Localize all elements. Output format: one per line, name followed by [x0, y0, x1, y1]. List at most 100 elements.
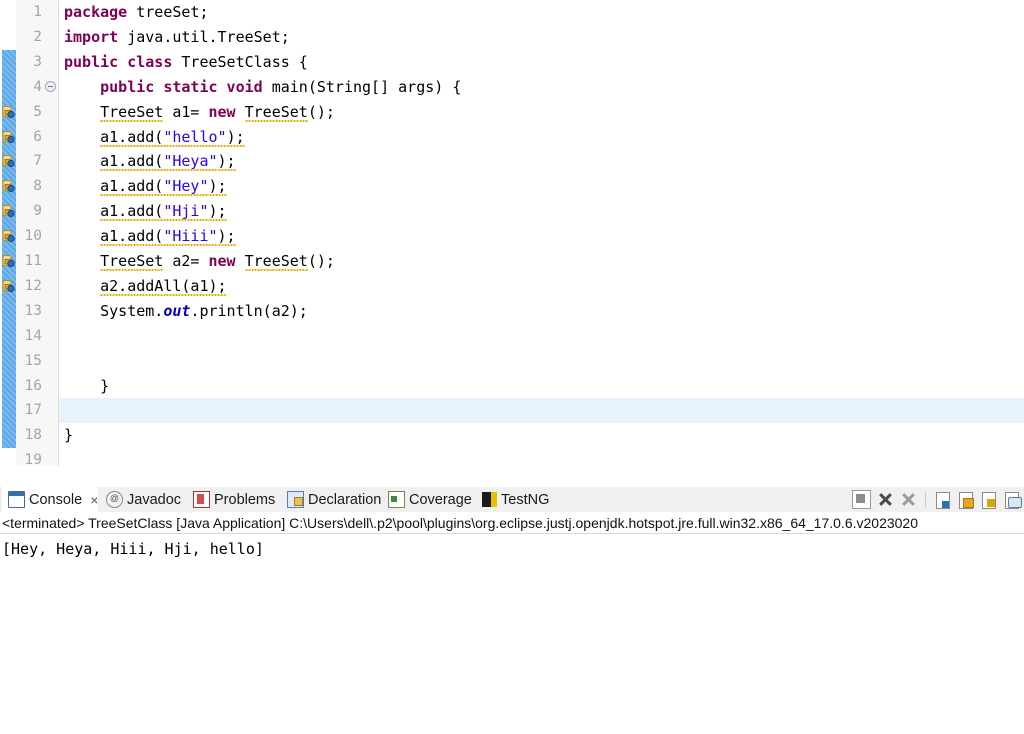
line-number: 2 — [33, 28, 42, 45]
tab-javadoc[interactable]: @ Javadoc — [100, 487, 185, 512]
declaration-icon — [287, 491, 304, 508]
code-line-content: a1.add("Hey"); — [59, 174, 227, 199]
warning-marker-icon[interactable] — [1, 154, 15, 168]
code-token: ); — [217, 152, 236, 172]
code-line-content: TreeSet a2= new TreeSet(); — [59, 249, 335, 274]
folding-ruler[interactable] — [44, 0, 59, 466]
tab-declaration[interactable]: Declaration — [281, 487, 389, 512]
code-token: public static void — [100, 77, 272, 96]
code-line[interactable]: a1.add("Hey"); — [59, 174, 1024, 199]
code-line[interactable]: } — [59, 423, 1024, 448]
bottom-view-stack: Console × @ Javadoc Problems Declaration Cover… — [0, 487, 1024, 734]
code-token: a1.add( — [100, 177, 164, 197]
code-token: } — [64, 426, 74, 445]
tab-problems[interactable]: Problems — [187, 487, 279, 512]
line-number: 14 — [24, 327, 42, 344]
fold-collapse-icon[interactable] — [45, 80, 56, 92]
code-token: "Hji" — [163, 202, 209, 222]
clear-console-button[interactable] — [934, 491, 951, 509]
code-line[interactable] — [59, 349, 1024, 374]
line-number: 3 — [33, 53, 42, 70]
code-line-content: TreeSet a1= new TreeSet(); — [59, 100, 335, 125]
problems-icon — [193, 491, 210, 508]
console-output-text[interactable]: [Hey, Heya, Hiii, Hji, hello] — [0, 535, 1024, 734]
code-text-area[interactable]: package treeSet; import java.util.TreeSet… — [59, 0, 1024, 466]
display-selected-console-button[interactable] — [1003, 491, 1022, 509]
tab-testng[interactable]: TestNG — [476, 487, 554, 512]
code-token: a1.add( — [100, 152, 164, 172]
console-icon — [8, 491, 25, 508]
code-token: (); — [307, 252, 335, 270]
code-token: ); — [208, 177, 227, 197]
code-line-content: } — [59, 423, 73, 448]
code-token: a1.add( — [100, 202, 164, 222]
code-line[interactable]: a2.addAll(a1); — [59, 274, 1024, 299]
warning-marker-icon[interactable] — [1, 204, 15, 218]
code-line[interactable]: a1.add("Hiii"); — [59, 224, 1024, 249]
code-token: (); — [307, 102, 335, 121]
code-token: ); — [226, 127, 245, 147]
tab-close-icon[interactable]: × — [90, 493, 98, 507]
warning-marker-icon[interactable] — [1, 130, 15, 144]
annotation-ruler[interactable] — [0, 0, 16, 466]
code-token: TreeSetClass { — [181, 52, 308, 71]
remove-all-terminated-button[interactable] — [900, 491, 917, 508]
tab-coverage[interactable]: Coverage — [382, 487, 475, 512]
line-number: 6 — [33, 128, 42, 145]
code-token: package — [64, 3, 137, 21]
tab-console[interactable]: Console × — [2, 487, 98, 512]
testng-icon — [482, 492, 497, 507]
code-line[interactable]: a1.add("Heya"); — [59, 149, 1024, 174]
line-number: 7 — [33, 153, 42, 170]
code-line[interactable]: a1.add("Hji"); — [59, 199, 1024, 224]
code-editor[interactable]: 1 2 3 4 5 6 7 8 9 10 11 12 13 14 15 16 17 18 19 package tr… — [0, 0, 1024, 466]
terminate-button[interactable] — [852, 490, 871, 509]
warning-marker-icon[interactable] — [1, 105, 15, 119]
code-token: .println(a2); — [190, 301, 308, 320]
code-line[interactable]: package treeSet; — [59, 0, 1024, 25]
code-line-content: a1.add("Heya"); — [59, 149, 236, 174]
code-line[interactable] — [59, 324, 1024, 349]
code-line[interactable]: TreeSet a2= new TreeSet(); — [59, 249, 1024, 274]
code-line[interactable] — [59, 398, 1024, 424]
warning-marker-icon[interactable] — [1, 279, 15, 293]
line-number: 4 — [33, 78, 42, 95]
code-line[interactable] — [59, 448, 1024, 466]
code-token: System. — [64, 301, 164, 320]
scroll-lock-button-icon — [959, 492, 974, 509]
code-token: java.util.TreeSet; — [127, 27, 290, 46]
warning-marker-icon[interactable] — [1, 229, 15, 243]
code-line-content: package treeSet; — [59, 0, 209, 25]
code-token: new — [208, 252, 245, 270]
code-token: TreeSet — [244, 252, 308, 271]
code-token: } — [64, 376, 110, 395]
line-number: 16 — [24, 377, 42, 394]
line-number: 19 — [24, 452, 42, 466]
scroll-lock-button[interactable] — [957, 491, 974, 509]
code-token: public class — [64, 52, 182, 71]
code-line[interactable]: TreeSet a1= new TreeSet(); — [59, 100, 1024, 125]
line-number-ruler: 1 2 3 4 5 6 7 8 9 10 11 12 13 14 15 16 17 18 19 — [16, 0, 44, 466]
line-number: 11 — [24, 253, 42, 269]
console-view-toolbar[interactable] — [852, 489, 1022, 510]
warning-marker-icon[interactable] — [1, 179, 15, 193]
warning-marker-icon[interactable] — [1, 254, 15, 268]
code-line[interactable]: System.out.println(a2); — [59, 299, 1024, 324]
code-line[interactable]: } — [59, 374, 1024, 399]
pin-console-button[interactable] — [980, 491, 997, 509]
code-line-content: } — [59, 374, 109, 399]
line-number: 12 — [24, 277, 42, 294]
code-line[interactable]: a1.add("hello"); — [59, 125, 1024, 150]
code-line[interactable]: public static void main(String[] args) { — [59, 75, 1024, 100]
code-token: TreeSet — [244, 102, 308, 122]
remove-launch-button[interactable] — [877, 491, 894, 508]
code-line[interactable]: import java.util.TreeSet; — [59, 25, 1024, 50]
code-line[interactable]: public class TreeSetClass { — [59, 50, 1024, 75]
line-number: 8 — [33, 178, 42, 195]
